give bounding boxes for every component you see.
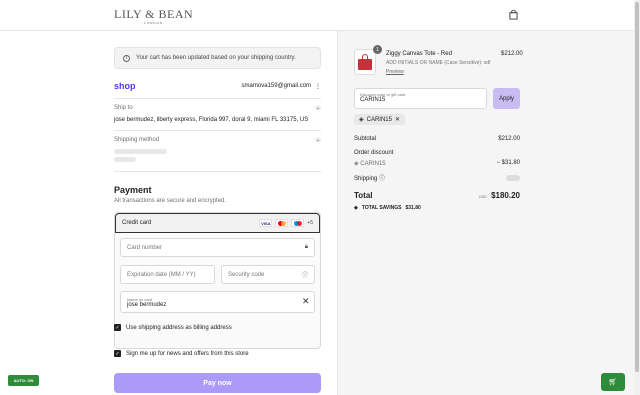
visa-icon: VISA [259,219,273,227]
discount-code-row: ◈ CARIN15 − $31.80 [354,160,520,167]
auto-on-badge[interactable]: AUTO: ON [8,375,39,386]
question-icon[interactable]: ⓘ [379,176,385,182]
product-variant: ADD INITIALS OR NAME (Case Sensitive): s… [386,60,491,66]
shipping-method-section[interactable]: Shipping method ⌄ [114,137,321,162]
card-number-placeholder: Card number [127,244,163,251]
checkbox-checked-icon[interactable]: ✓ [114,350,121,357]
ship-to-address: jose bermudez, liberty express, Florida … [114,117,309,123]
credit-card-label: Credit card [122,220,152,226]
lock-icon: 🔒︎ [304,244,308,250]
subtotal-value: $212.00 [498,136,520,142]
card-brands: VISA +5 [259,219,313,227]
shopping-bag-icon[interactable] [509,10,518,20]
billing-address-checkbox[interactable]: ✓ Use shipping address as billing addres… [114,324,232,331]
discount-input-value: CARIN15 [360,97,386,103]
brand-name: LILY & BEAN [114,7,194,21]
card-number-field[interactable]: Card number 🔒︎ [120,238,315,257]
remove-discount-icon[interactable]: ✕ [395,116,400,123]
scrollbar-thumb[interactable] [635,2,639,372]
cart-updated-notice: i Your cart has been updated based on yo… [114,47,321,69]
order-discount-label: Order discount [354,150,394,156]
apply-button[interactable]: Apply [493,88,520,109]
mastercard-icon [275,219,289,227]
tag-icon: ◈ [359,117,364,123]
total-value-wrap: USD $180.20 [479,191,520,200]
divider [114,130,321,131]
question-icon[interactable]: ⓘ [302,270,308,279]
expiration-date-field[interactable]: Expiration date (MM / YY) [120,265,215,284]
total-value: $180.20 [491,191,520,200]
maestro-icon [291,219,305,227]
product-thumbnail [354,49,376,75]
ship-to-section[interactable]: Ship to ⌄ jose bermudez, liberty express… [114,105,321,123]
total-label: Total [354,191,373,200]
shipping-loading [506,174,520,181]
chevron-down-icon[interactable]: ⌄ [315,105,321,111]
expiration-placeholder: Expiration date (MM / YY) [127,271,196,278]
applied-discount-tag: ◈ CARIN15 ✕ [354,114,405,125]
discount-code-input[interactable]: Discount code or gift card CARIN15 [354,88,487,109]
total-row: Total USD $180.20 [354,191,520,200]
cart-icon: 🛒︎ [608,379,618,386]
shipping-row: Shipping ⓘ [354,173,520,182]
preview-link[interactable]: Preview [386,69,404,75]
credit-card-option[interactable]: Credit card VISA +5 [115,213,320,233]
pay-now-button[interactable]: Pay now [114,373,321,393]
subtotal-label: Subtotal [354,136,377,142]
loading-placeholder [114,157,136,162]
savings-value: $31.80 [405,205,421,211]
checkout-main: i Your cart has been updated based on yo… [0,31,337,395]
divider [114,171,321,172]
loading-placeholder [114,149,167,154]
name-on-card-field[interactable]: Name on card jose bermudez [120,291,315,313]
tote-bag-image [358,54,372,70]
payment-subtitle: All transactions are secure and encrypte… [114,198,227,204]
currency-code: USD [478,194,488,199]
contact-row: shop smamova159@gmail.com ⋮ [114,81,321,91]
discount-code-label: ◈ CARIN15 [354,160,386,167]
order-discount-row: Order discount [354,150,520,156]
order-summary: 1 Ziggy Canvas Tote - Red ADD INITIALS O… [337,31,640,395]
brand-subtitle: LONDON [144,21,163,25]
info-icon: i [123,54,130,62]
clear-icon[interactable]: ✕ [302,296,310,307]
checkout-header: LILY & BEAN LONDON [0,0,640,31]
shipping-label: Shipping [354,176,378,182]
newsletter-checkbox-label: Sign me up for news and offers from this… [126,350,249,357]
more-cards-badge: +5 [307,220,313,226]
discount-amount: − $31.80 [496,160,520,166]
total-savings: ◈ TOTAL SAVINGS $31.80 [354,205,421,211]
tag-icon: ◈ [354,205,358,211]
chevron-down-icon[interactable]: ⌄ [315,137,321,143]
security-code-placeholder: Security code [228,271,265,278]
shipping-label-wrap: Shipping ⓘ [354,173,385,182]
assistant-float-button[interactable]: 🛒︎ [601,373,625,391]
ship-to-label: Ship to [114,105,133,111]
discount-code-text: CARIN15 [360,161,386,167]
product-name: Ziggy Canvas Tote - Red [386,51,452,57]
brand-logo[interactable]: LILY & BEAN LONDON [114,7,193,25]
notice-text: Your cart has been updated based on your… [136,55,296,61]
name-on-card-value: jose bermudez [127,301,167,308]
shipping-method-label: Shipping method [114,137,160,143]
savings-label: TOTAL SAVINGS [361,205,402,211]
account-email[interactable]: smamova159@gmail.com ⋮ [242,83,321,90]
kebab-menu-icon[interactable]: ⋮ [315,83,321,90]
product-price: $212.00 [501,51,523,57]
checkbox-checked-icon[interactable]: ✓ [114,324,121,331]
email-text: smamova159@gmail.com [241,82,311,89]
security-code-field[interactable]: Security code ⓘ [221,265,315,284]
subtotal-row: Subtotal $212.00 [354,136,520,142]
payment-title: Payment [114,185,152,195]
shop-pay-logo: shop [114,81,136,91]
applied-code-text: CARIN15 [366,116,392,123]
billing-checkbox-label: Use shipping address as billing address [126,324,232,331]
divider [114,98,321,99]
newsletter-checkbox[interactable]: ✓ Sign me up for news and offers from th… [114,350,249,357]
quantity-badge: 1 [373,45,382,54]
